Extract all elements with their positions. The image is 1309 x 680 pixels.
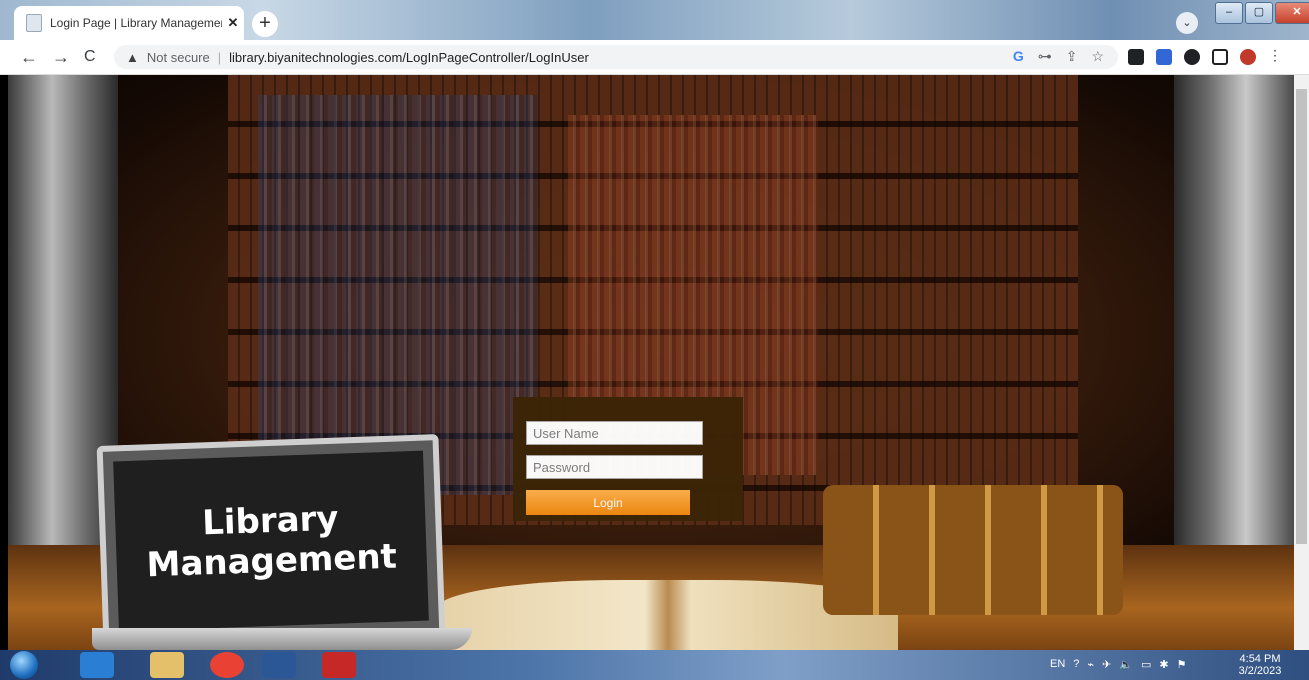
chrome-icon[interactable]: [210, 652, 244, 678]
tab-search-chevron-icon[interactable]: ⌄: [1176, 12, 1198, 34]
bookmark-star-icon[interactable]: ☆: [1091, 48, 1104, 65]
security-warning-icon[interactable]: ▲: [126, 50, 139, 65]
username-input[interactable]: [526, 421, 703, 445]
extension-icons: ⋮: [1128, 47, 1282, 65]
back-arrow-icon[interactable]: ←: [20, 47, 38, 68]
display-icon[interactable]: ▭: [1141, 658, 1151, 671]
word-icon[interactable]: [262, 652, 296, 678]
new-tab-button[interactable]: +: [252, 11, 278, 37]
side-panel-icon[interactable]: [1212, 49, 1228, 65]
file-explorer-folder-icon[interactable]: [150, 652, 184, 678]
help-icon[interactable]: ?: [1073, 658, 1079, 671]
window-controls: – ▢ ✕: [1213, 2, 1309, 24]
scrollbar-thumb[interactable]: [1296, 89, 1307, 544]
browser-tab-bar: Login Page | Library Managemen ✕ + ⌄ – ▢…: [0, 0, 1309, 40]
login-form: Login: [513, 397, 743, 521]
taskbar-clock[interactable]: 4:54 PM 3/2/2023: [1230, 653, 1290, 677]
browser-tab[interactable]: Login Page | Library Managemen ✕: [14, 6, 244, 40]
bluetooth-icon[interactable]: ✱: [1159, 658, 1168, 671]
not-secure-label: Not secure: [146, 49, 210, 65]
profile-avatar-icon[interactable]: [1240, 49, 1256, 65]
internet-explorer-icon[interactable]: [80, 652, 114, 678]
network-adapter-icon[interactable]: ⌁: [1087, 658, 1094, 671]
laptop-title-line1: Library: [201, 498, 340, 544]
page-favicon-icon: [26, 14, 42, 32]
forward-arrow-icon[interactable]: →: [52, 47, 70, 68]
extension-2-icon[interactable]: [1156, 49, 1172, 65]
address-separator: |: [217, 49, 222, 65]
clock-date: 3/2/2023: [1238, 665, 1282, 677]
windows-taskbar: EN ? ⌁ ✈ 🔈 ▭ ✱ ⚑ 4:54 PM 3/2/2023: [0, 650, 1309, 680]
action-center-flag-icon[interactable]: ⚑: [1177, 658, 1187, 671]
acrobat-icon[interactable]: [322, 652, 356, 678]
language-indicator[interactable]: EN: [1050, 658, 1065, 671]
laptop-screen: Library Management: [113, 450, 429, 632]
reload-icon[interactable]: C: [84, 48, 96, 66]
tab-title: Login Page | Library Managemen: [50, 16, 222, 30]
password-input[interactable]: [526, 455, 703, 479]
page-scrollbar[interactable]: [1294, 75, 1309, 650]
browser-menu-icon[interactable]: ⋮: [1268, 47, 1282, 65]
google-lens-icon[interactable]: G: [1013, 48, 1024, 65]
share-icon[interactable]: ⇪: [1066, 48, 1078, 65]
omnibox-icons: G ⊶ ⇪ ☆: [1013, 48, 1104, 65]
extension-1-icon[interactable]: [1128, 49, 1144, 65]
browser-toolbar: ← → C ▲ Not secure | library.biyanitechn…: [0, 40, 1309, 75]
laptop-keyboard-base: [92, 628, 472, 650]
address-bar[interactable]: ▲ Not secure | library.biyanitechnologie…: [114, 45, 1118, 69]
login-button[interactable]: Login: [526, 490, 690, 515]
system-tray: EN ? ⌁ ✈ 🔈 ▭ ✱ ⚑: [1050, 658, 1186, 671]
laptop-image: Library Management: [96, 434, 446, 648]
maximize-button[interactable]: ▢: [1245, 2, 1273, 24]
minimize-button[interactable]: –: [1215, 2, 1243, 24]
url-text[interactable]: library.biyanitechnologies.com/LogInPage…: [229, 50, 589, 65]
password-key-icon[interactable]: ⊶: [1038, 48, 1052, 65]
extensions-puzzle-icon[interactable]: [1184, 49, 1200, 65]
tab-close-icon[interactable]: ✕: [222, 15, 244, 31]
laptop-title-line2: Management: [145, 536, 398, 586]
volume-icon[interactable]: 🔈: [1119, 658, 1133, 671]
clock-time: 4:54 PM: [1239, 653, 1281, 665]
close-window-button[interactable]: ✕: [1275, 2, 1309, 24]
start-button-icon[interactable]: [10, 651, 38, 679]
wifi-icon[interactable]: ✈: [1102, 658, 1111, 671]
login-page: Library Management Login: [8, 75, 1294, 650]
stacked-books-image: [823, 485, 1123, 615]
